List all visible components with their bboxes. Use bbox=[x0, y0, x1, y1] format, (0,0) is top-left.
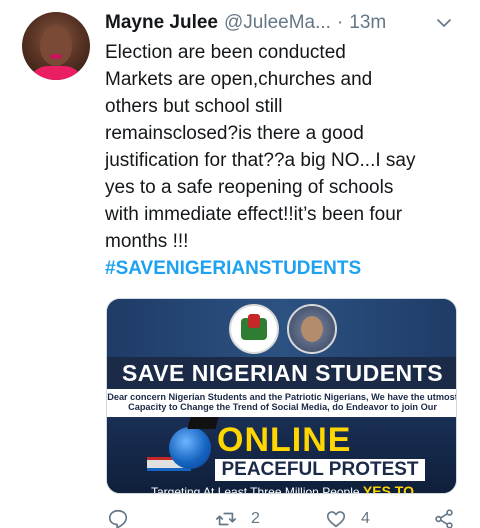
tweet-actions: 2 4 bbox=[105, 508, 465, 528]
tweet-text-line: months !!! bbox=[105, 231, 189, 252]
tweet-text: Election are been conducted Markets are … bbox=[105, 39, 450, 255]
banner-top-band bbox=[107, 299, 456, 357]
banner-title: SAVE NIGERIAN STUDENTS bbox=[121, 359, 444, 386]
banner-target-text: Targeting At Least Three Million People bbox=[150, 485, 360, 494]
banner-subtitle-line: Dear concern Nigerian Students and the P… bbox=[107, 392, 457, 402]
avatar[interactable] bbox=[22, 12, 90, 80]
tweet-text-line: Election are been conducted bbox=[105, 42, 346, 63]
banner-subtitle: Dear concern Nigerian Students and the P… bbox=[107, 389, 457, 417]
retweet-button[interactable]: 2 bbox=[215, 508, 260, 528]
tweet-text-line: yes to a safe reopening of schools bbox=[105, 177, 394, 198]
avatar-shirt bbox=[28, 66, 84, 80]
banner-title-bar: SAVE NIGERIAN STUDENTS bbox=[107, 357, 456, 389]
banner-lower-section: ONLINE PEACEFUL PROTEST Targeting At Lea… bbox=[107, 417, 456, 494]
organization-logo-icon bbox=[287, 304, 337, 354]
share-button[interactable] bbox=[433, 508, 455, 528]
globe-icon bbox=[169, 427, 211, 469]
banner-subtitle-line: Capacity to Change the Trend of Social M… bbox=[128, 402, 437, 412]
banner-protest-box: PEACEFUL PROTEST bbox=[215, 459, 425, 481]
author-name[interactable]: Mayne Julee bbox=[105, 12, 218, 34]
graduation-cap-icon bbox=[187, 417, 219, 429]
share-icon bbox=[435, 509, 453, 528]
retweet-icon bbox=[216, 512, 236, 526]
seal-eagle bbox=[248, 314, 260, 328]
media-card[interactable]: SAVE NIGERIAN STUDENTS Dear concern Nige… bbox=[106, 298, 457, 494]
tweet-timestamp[interactable]: 13m bbox=[349, 12, 386, 34]
banner-protest-text: PEACEFUL PROTEST bbox=[221, 459, 419, 480]
like-button[interactable]: 4 bbox=[325, 508, 370, 528]
author-handle[interactable]: @JuleeMa... bbox=[224, 12, 331, 34]
avatar-lips bbox=[50, 54, 62, 59]
reply-icon bbox=[108, 509, 128, 528]
chevron-down-icon[interactable] bbox=[435, 14, 453, 32]
tweet-text-line: justification for that??a big NO...I say bbox=[105, 150, 416, 171]
banner-target-line: Targeting At Least Three Million People … bbox=[107, 483, 456, 494]
tweet-header: Mayne Julee @JuleeMa... · 13m bbox=[105, 10, 465, 36]
separator-dot: · bbox=[336, 12, 344, 33]
logo-figure bbox=[301, 316, 323, 342]
hashtag-link[interactable]: #SAVENIGERIANSTUDENTS bbox=[105, 255, 361, 282]
reply-button[interactable] bbox=[107, 508, 143, 528]
heart-icon bbox=[326, 511, 346, 528]
banner-yes-text: YES TO bbox=[362, 483, 414, 494]
avatar-face bbox=[40, 26, 72, 66]
tweet-text-line: Markets are open,churches and bbox=[105, 69, 373, 90]
coat-of-arms-icon bbox=[229, 304, 279, 354]
like-count: 4 bbox=[361, 510, 370, 527]
tweet-text-line: others but school still bbox=[105, 96, 283, 117]
retweet-count: 2 bbox=[251, 510, 260, 527]
banner-online-text: ONLINE bbox=[217, 421, 352, 459]
tweet-text-line: with immediate effect!!it’s been four bbox=[105, 204, 403, 225]
tweet-text-line: remainsclosed?is there a good bbox=[105, 123, 364, 144]
